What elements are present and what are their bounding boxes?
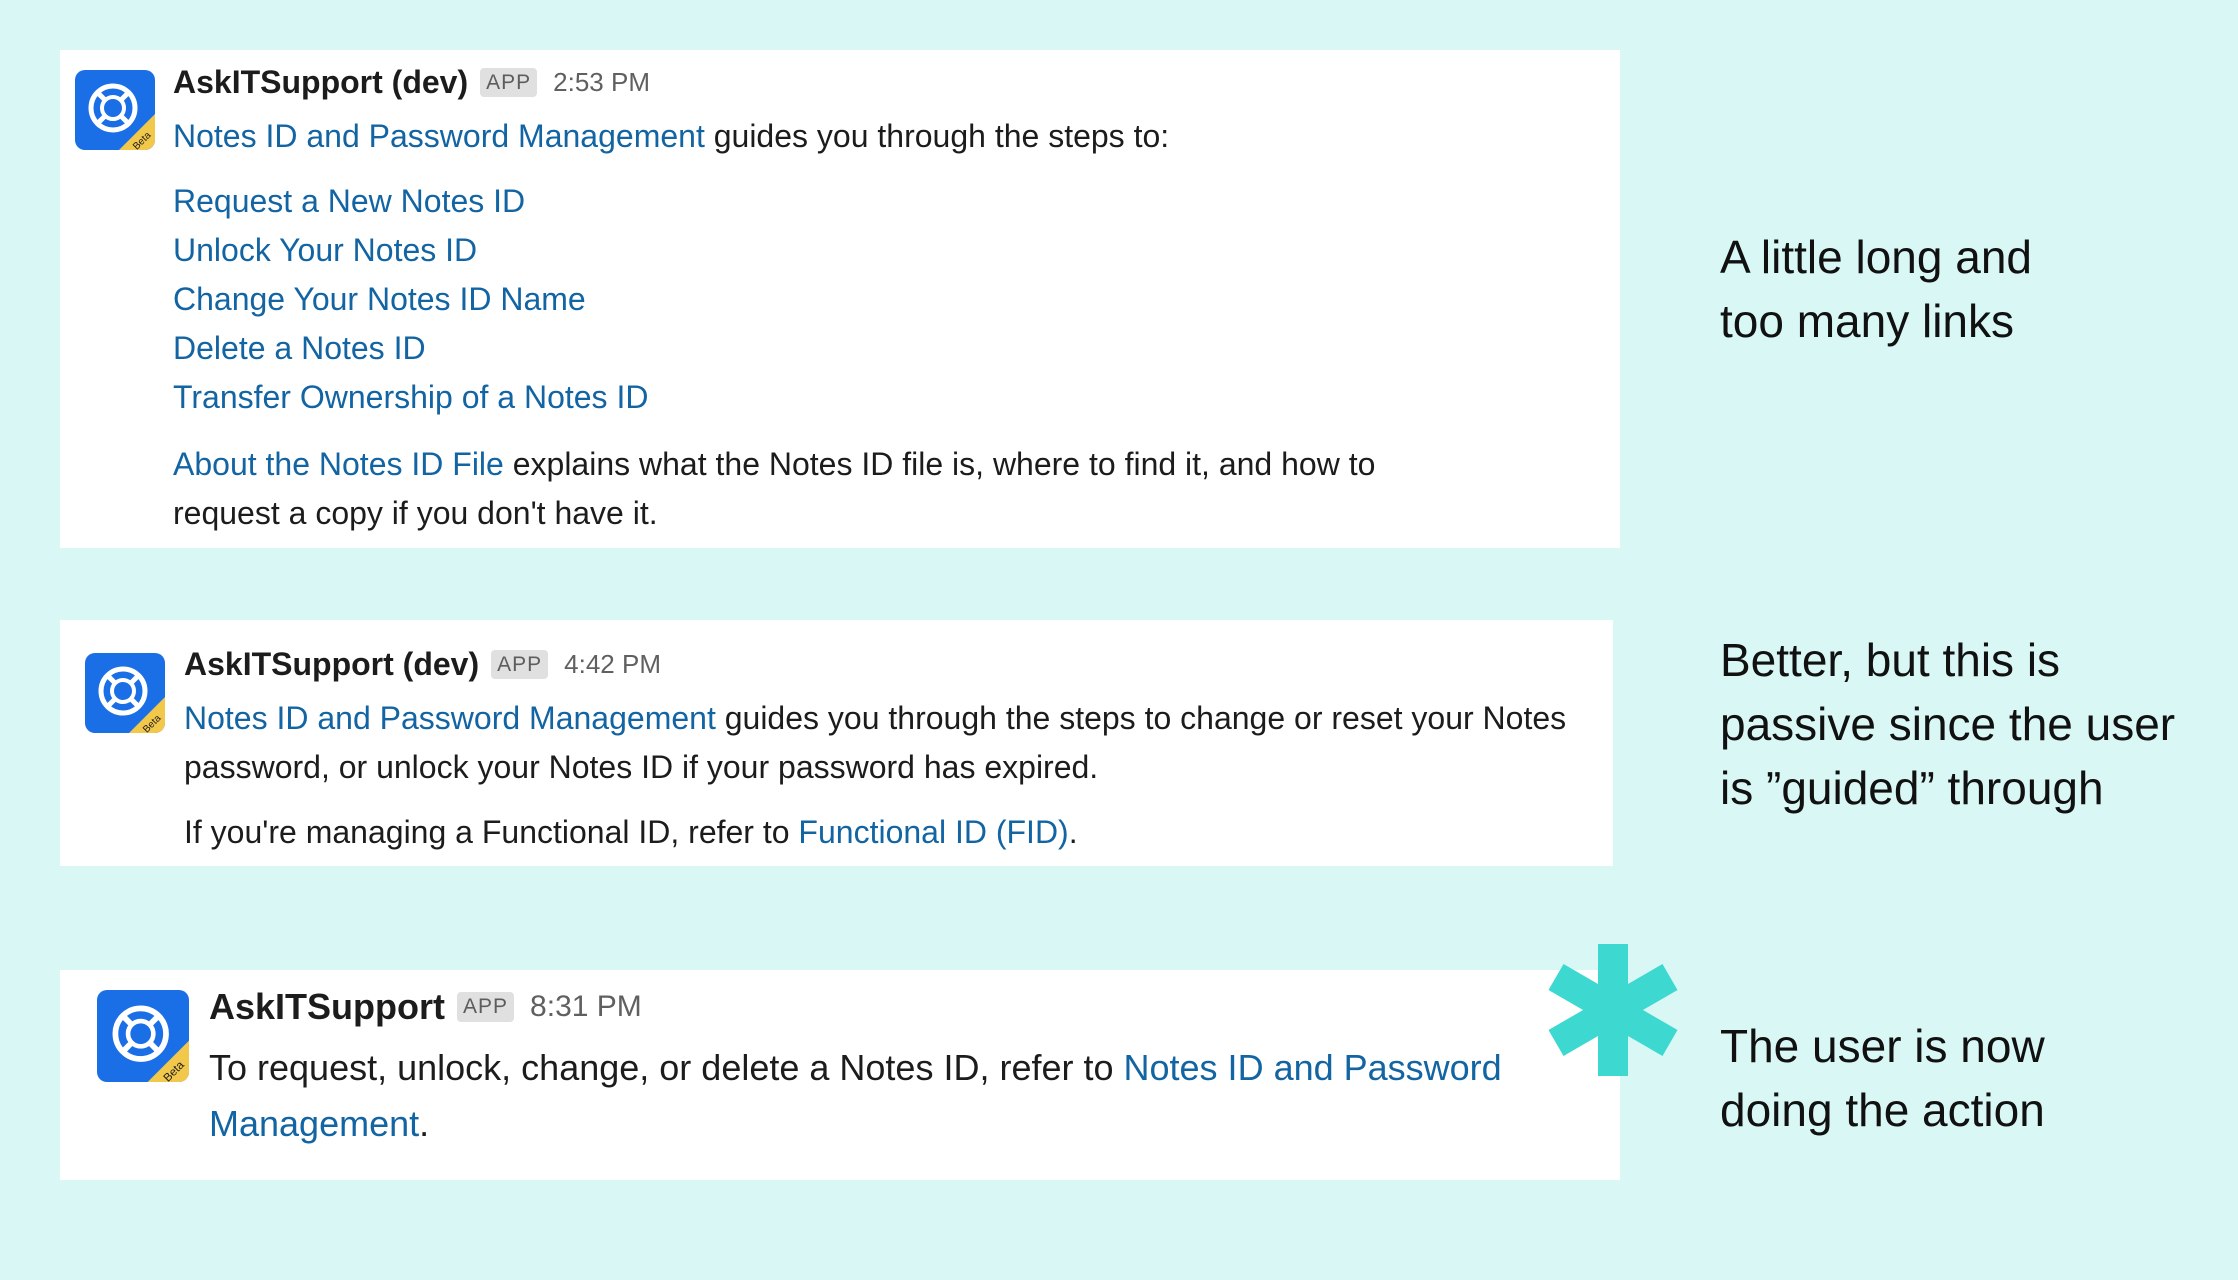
annotation-3: The user is now doing the action [1720,1020,2045,1136]
link-change-notes-id-name[interactable]: Change Your Notes ID Name [173,275,648,324]
message-intro: Notes ID and Password Management guides … [173,112,1573,161]
timestamp[interactable]: 4:42 PM [564,649,661,680]
notes-id-password-link[interactable]: Notes ID and Password Management [184,700,716,736]
fid-line: If you're managing a Functional ID, refe… [184,808,1584,857]
annotation-1: A little long and too many links [1720,231,2033,347]
timestamp[interactable]: 8:31 PM [530,990,642,1024]
app-avatar[interactable]: Beta [75,70,155,150]
timestamp[interactable]: 2:53 PM [553,67,650,98]
message-footer: About the Notes ID File explains what th… [173,440,1473,538]
about-notes-id-file-link[interactable]: About the Notes ID File [173,446,504,482]
notes-id-password-link[interactable]: Notes ID and Password Management [173,118,705,154]
functional-id-link[interactable]: Functional ID (FID) [798,814,1068,850]
body-prefix: To request, unlock, change, or delete a … [209,1047,1124,1088]
sender-name[interactable]: AskITSupport [209,986,445,1028]
body-suffix: . [419,1103,430,1144]
lifebuoy-icon: Beta [112,1005,189,1082]
app-badge: APP [457,992,515,1022]
lifebuoy-icon: Beta [98,666,165,733]
sender-name[interactable]: AskITSupport (dev) [184,646,479,683]
annotation-2: Better, but this is passive since the us… [1720,634,2176,814]
fid-suffix: . [1068,814,1078,850]
app-avatar[interactable]: Beta [85,653,165,733]
link-request-notes-id[interactable]: Request a New Notes ID [173,177,648,226]
message-header: AskITSupport (dev) APP 4:42 PM [184,646,661,683]
app-badge: APP [491,649,549,680]
message-card-3: Beta AskITSupport APP 8:31 PM To request… [60,970,1620,1180]
steps-link-list: Request a New Notes ID Unlock Your Notes… [173,177,648,422]
message-card-2: Beta AskITSupport (dev) APP 4:42 PM Note… [60,620,1613,866]
intro-text: guides you through the steps to: [704,118,1170,154]
link-delete-notes-id[interactable]: Delete a Notes ID [173,324,648,373]
message-header: AskITSupport (dev) APP 2:53 PM [173,64,650,101]
message-body: Notes ID and Password Management guides … [184,694,1584,792]
sender-name[interactable]: AskITSupport (dev) [173,64,468,101]
app-badge: APP [480,67,538,98]
message-header: AskITSupport APP 8:31 PM [209,986,642,1028]
lifebuoy-icon: Beta [88,83,155,150]
asterisk-icon [1548,944,1678,1076]
message-body: To request, unlock, change, or delete a … [209,1040,1609,1152]
fid-prefix: If you're managing a Functional ID, refe… [184,814,799,850]
app-avatar[interactable]: Beta [97,990,189,1082]
link-unlock-notes-id[interactable]: Unlock Your Notes ID [173,226,648,275]
link-transfer-ownership[interactable]: Transfer Ownership of a Notes ID [173,373,648,422]
message-card-1: Beta AskITSupport (dev) APP 2:53 PM Note… [60,50,1620,548]
